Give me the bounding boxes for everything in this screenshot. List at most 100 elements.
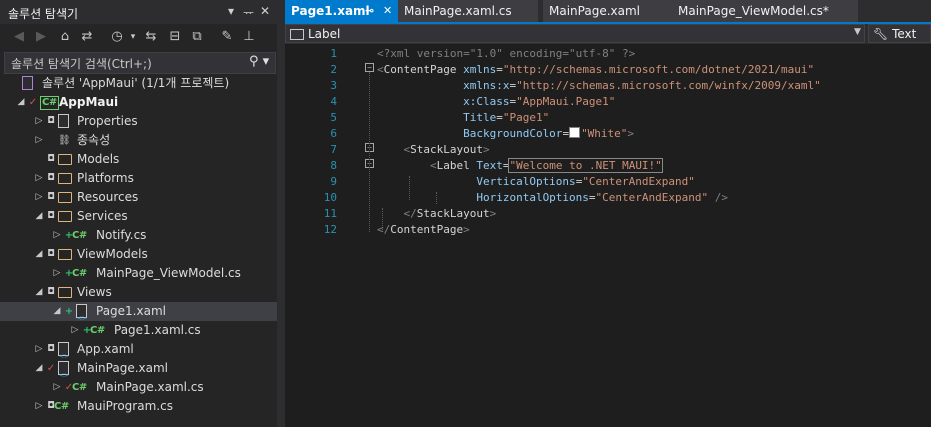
tree-item[interactable]: ▷ + C# MainPage_ViewModel.cs (0, 264, 277, 283)
solution-search-placeholder[interactable]: 솔루션 탐색기 검색(Ctrl+;) (11, 55, 152, 72)
code-token: "AppMaui.Page1" (516, 95, 616, 108)
close-tab-icon[interactable]: ✕ (383, 0, 392, 22)
show-all-files-icon[interactable]: ⧉ (188, 28, 206, 46)
tab-label: MainPage.xaml.cs (404, 4, 512, 18)
tree-item-label: Models (77, 152, 120, 166)
code-line[interactable]: Title="Page1" (377, 110, 549, 126)
csharp-file-icon: C# (72, 382, 87, 393)
element-dropdown[interactable]: Label ▼ (285, 24, 865, 43)
tree-item[interactable]: ▷ + C# Page1.xaml.cs (0, 321, 277, 340)
switch-views-icon[interactable]: ⇄ (78, 28, 96, 46)
tree-item[interactable]: ▷ ◘ C# MauiProgram.cs (0, 397, 277, 416)
collapsed-arrow-icon[interactable]: ▷ (34, 112, 44, 131)
home-icon[interactable]: ⌂ (56, 28, 74, 46)
code-line[interactable]: HorizontalOptions="CenterAndExpand" /> (377, 190, 728, 206)
tree-item-label: Page1.xaml (96, 304, 166, 318)
history-dropdown-icon[interactable]: ▾ (124, 28, 142, 46)
code-token: < (377, 63, 384, 76)
collapsed-arrow-icon[interactable]: ▷ (34, 188, 44, 207)
pin-icon[interactable]: ᅲ (243, 4, 254, 21)
tree-item-label: Resources (77, 190, 139, 204)
code-token: "White" (581, 127, 628, 140)
code-editor[interactable]: − − − 1 <?xml version="1.0" encoding="utf… (285, 44, 931, 427)
expanded-arrow-icon[interactable]: ◢ (34, 283, 44, 302)
tree-item[interactable]: ▷ ✓ C# MainPage.xaml.cs (0, 378, 277, 397)
tree-item[interactable]: ◢ + <> Page1.xaml (0, 302, 277, 322)
tab-mainpage-viewmodel-cs[interactable]: MainPage_ViewModel.cs* (672, 0, 858, 22)
code-line[interactable]: VerticalOptions="CenterAndExpand" (377, 174, 695, 190)
tree-item[interactable]: ▷ ◘ <> App.xaml (0, 340, 277, 360)
chevron-down-icon[interactable]: ▼ (854, 27, 861, 37)
collapsed-arrow-icon[interactable]: ▷ (34, 131, 44, 150)
code-line[interactable]: <?xml version="1.0" encoding="utf-8" ?> (377, 46, 635, 62)
code-token: "CenterAndExpand" (595, 191, 709, 204)
expanded-arrow-icon[interactable]: ◢ (34, 245, 44, 264)
panel-splitter[interactable] (277, 0, 285, 427)
solution-icon (22, 76, 33, 90)
tree-item[interactable]: ▷ ◘ Platforms (0, 169, 277, 188)
tree-item[interactable]: ▷ ◘ Properties (0, 112, 277, 131)
lock-icon: ◘ (47, 192, 55, 202)
collapse-all-icon[interactable]: ⊟ (166, 28, 184, 46)
folder-icon (58, 173, 72, 184)
tree-item[interactable]: ◢ ◘ Views (0, 283, 277, 302)
tree-item-label: MainPage.xaml.cs (96, 380, 204, 394)
collapsed-arrow-icon[interactable]: ▷ (52, 264, 62, 283)
navigation-bar: Label ▼ 🔧︎ Text (285, 24, 931, 44)
member-dropdown[interactable]: 🔧︎ Text (868, 24, 931, 43)
tree-item[interactable]: ◘ Models (0, 150, 277, 169)
pin-icon[interactable]: ⊸ (365, 0, 374, 22)
collapsed-arrow-icon[interactable]: ▷ (34, 169, 44, 188)
tab-page1-xaml[interactable]: Page1.xaml ⊸ ✕ (285, 0, 399, 22)
code-line[interactable]: </StackLayout> (377, 206, 496, 222)
tree-item[interactable]: ▷ ⛓ 종속성 (0, 131, 277, 150)
tree-item[interactable]: 솔루션 'AppMaui' (1/1개 프로젝트) (0, 74, 277, 93)
code-line[interactable]: BackgroundColor= "White"> (377, 126, 634, 142)
expanded-arrow-icon[interactable]: ◢ (34, 359, 44, 378)
forward-icon[interactable]: ▶ (32, 28, 50, 46)
code-token: "http://schemas.microsoft.com/dotnet/202… (502, 63, 815, 76)
solution-explorer-title: 솔루션 탐색기 (8, 7, 79, 21)
collapsed-arrow-icon[interactable]: ▷ (34, 397, 44, 416)
lock-icon: ◘ (47, 287, 55, 297)
lock-icon: ◘ (47, 173, 55, 183)
tree-item[interactable]: ◢ ◘ Services (0, 207, 277, 226)
tree-item[interactable]: ▷ ◘ Resources (0, 188, 277, 207)
lock-icon: ◘ (47, 249, 55, 259)
code-line[interactable]: <Label Text="Welcome to .NET MAUI!" (377, 158, 663, 174)
solution-search-box[interactable]: 솔루션 탐색기 검색(Ctrl+;) ⚲ ▾ (4, 52, 276, 74)
expanded-arrow-icon[interactable]: ◢ (34, 207, 44, 226)
collapsed-arrow-icon[interactable]: ▷ (52, 226, 62, 245)
code-line[interactable]: <ContentPage xmlns="http://schemas.micro… (377, 62, 814, 78)
collapsed-arrow-icon[interactable]: ▷ (52, 378, 62, 397)
expanded-arrow-icon[interactable]: ◢ (52, 302, 62, 321)
code-token: Label (436, 159, 470, 172)
code-line[interactable]: </ContentPage> (377, 222, 470, 238)
tab-mainpage-xaml[interactable]: MainPage.xaml (543, 0, 672, 22)
code-line[interactable]: <StackLayout> (377, 142, 489, 158)
preview-selected-icon[interactable]: ⊥ (240, 28, 258, 46)
csharp-file-icon: C# (72, 268, 87, 279)
properties-wrench-icon[interactable]: ✎ (218, 28, 236, 46)
code-token: StackLayout (410, 143, 483, 156)
code-line[interactable]: x:Class="AppMaui.Page1" (377, 94, 615, 110)
dropdown-icon[interactable]: ▾ (228, 4, 234, 18)
back-icon[interactable]: ◀ (10, 28, 28, 46)
search-icon[interactable]: ⚲ ▾ (249, 54, 269, 69)
csharp-file-icon: C# (54, 401, 69, 412)
tab-mainpage-xaml-cs[interactable]: MainPage.xaml.cs (398, 0, 538, 22)
tree-item[interactable]: ▷ + C# Notify.cs (0, 226, 277, 245)
pending-changes-icon[interactable]: ⇆ (142, 28, 160, 46)
tree-item[interactable]: ◢ ✓ C# AppMaui (0, 93, 277, 112)
code-token: BackgroundColor (377, 127, 563, 140)
code-line[interactable]: xmlns:x="http://schemas.microsoft.com/wi… (377, 78, 821, 94)
collapse-icon[interactable]: − (365, 63, 374, 72)
close-icon[interactable]: ✕ (260, 4, 270, 18)
expanded-arrow-icon[interactable]: ◢ (16, 93, 26, 112)
tree-item[interactable]: ◢ ✓ <> MainPage.xaml (0, 359, 277, 379)
lock-icon: ◘ (47, 344, 55, 354)
tree-item[interactable]: ◢ ◘ ViewModels (0, 245, 277, 264)
collapsed-arrow-icon[interactable]: ▷ (70, 321, 80, 340)
folder-icon (58, 154, 72, 165)
collapsed-arrow-icon[interactable]: ▷ (34, 340, 44, 359)
